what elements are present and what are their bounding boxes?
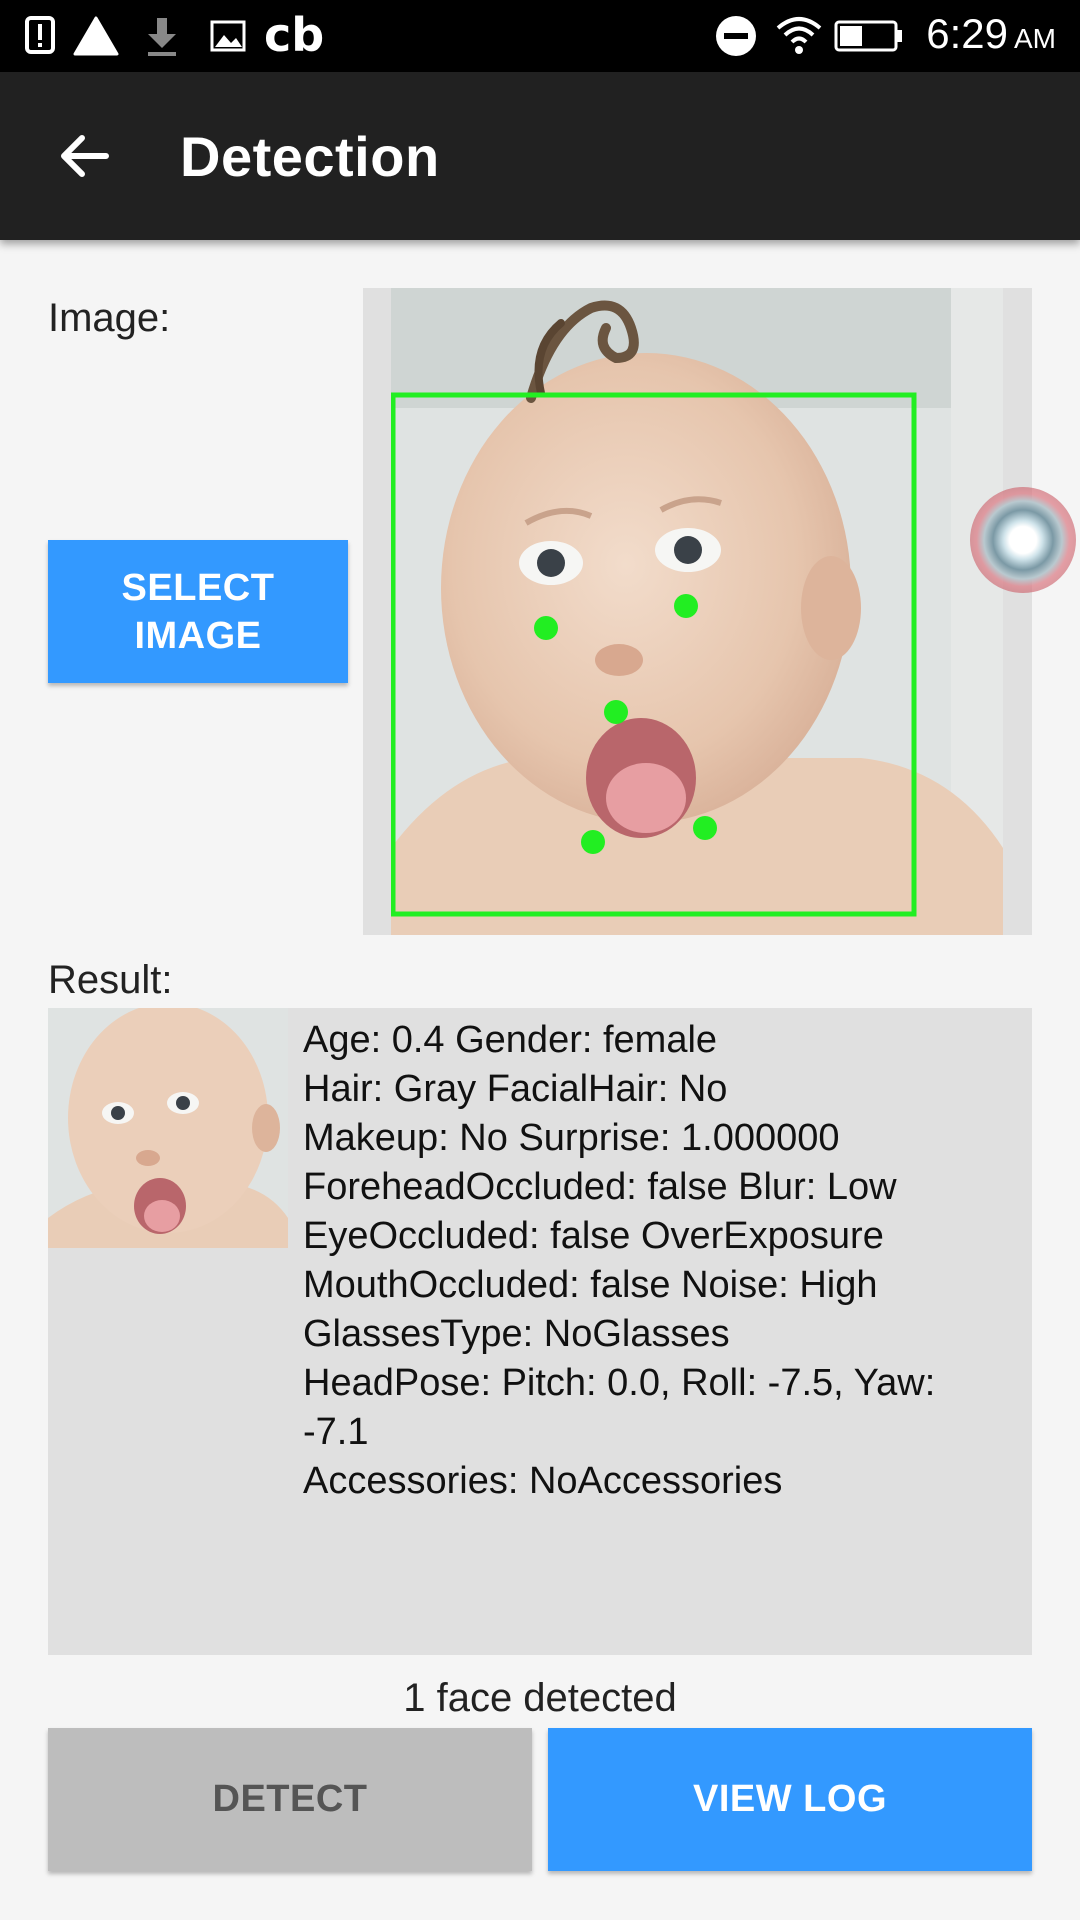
result-line: MouthOccluded: false Noise: High bbox=[303, 1264, 878, 1306]
download-icon bbox=[148, 18, 176, 56]
baby-photo bbox=[391, 288, 1003, 935]
select-image-button[interactable]: SELECT IMAGE bbox=[48, 540, 348, 683]
clock-time: 6:29 bbox=[926, 10, 1008, 57]
clock-ampm: AM bbox=[1014, 23, 1056, 54]
arrow-left-icon bbox=[61, 135, 109, 177]
landmark-right-eye bbox=[674, 594, 698, 618]
landmark-left-eye bbox=[534, 616, 558, 640]
assistive-touch-bubble[interactable] bbox=[970, 487, 1076, 593]
page-title: Detection bbox=[180, 125, 440, 188]
result-line: Makeup: No Surprise: 1.000000 bbox=[303, 1117, 840, 1159]
detect-button[interactable]: DETECT bbox=[48, 1728, 532, 1871]
image-preview bbox=[363, 288, 1032, 935]
landmark-mouth-right bbox=[693, 816, 717, 840]
result-line: ForeheadOccluded: false Blur: Low bbox=[303, 1166, 897, 1208]
landmark-nose bbox=[604, 700, 628, 724]
result-panel: Age: 0.4 Gender: female Hair: Gray Facia… bbox=[48, 1008, 1032, 1655]
image-label: Image: bbox=[48, 296, 171, 340]
detection-status: 1 face detected bbox=[403, 1676, 677, 1720]
result-line: GlassesType: NoGlasses bbox=[303, 1313, 730, 1355]
result-line: Accessories: NoAccessories bbox=[303, 1460, 783, 1502]
battery-icon bbox=[834, 20, 902, 52]
image-icon bbox=[210, 20, 246, 52]
result-line: -7.1 bbox=[303, 1411, 369, 1453]
dnd-icon bbox=[716, 16, 756, 56]
result-line: Age: 0.4 Gender: female bbox=[303, 1019, 718, 1061]
result-text: Age: 0.4 Gender: female Hair: Gray Facia… bbox=[303, 1016, 1023, 1506]
app-bar: Detection bbox=[0, 72, 1080, 240]
status-bar: cb 6:29 AM bbox=[0, 0, 1080, 72]
back-button[interactable] bbox=[44, 116, 124, 196]
clock: 6:29 AM bbox=[926, 10, 1056, 58]
alert-icon bbox=[25, 16, 55, 54]
face-thumbnail bbox=[48, 1008, 288, 1248]
app-icon-text: cb bbox=[264, 8, 325, 62]
wifi-icon bbox=[776, 17, 822, 54]
landmark-mouth-left bbox=[581, 830, 605, 854]
result-line: HeadPose: Pitch: 0.0, Roll: -7.5, Yaw: bbox=[303, 1362, 936, 1404]
result-line: Hair: Gray FacialHair: No bbox=[303, 1068, 728, 1110]
triangle-icon bbox=[73, 16, 119, 56]
result-line: EyeOccluded: false OverExposure bbox=[303, 1215, 884, 1257]
result-label: Result: bbox=[48, 958, 173, 1002]
view-log-button[interactable]: VIEW LOG bbox=[548, 1728, 1032, 1871]
